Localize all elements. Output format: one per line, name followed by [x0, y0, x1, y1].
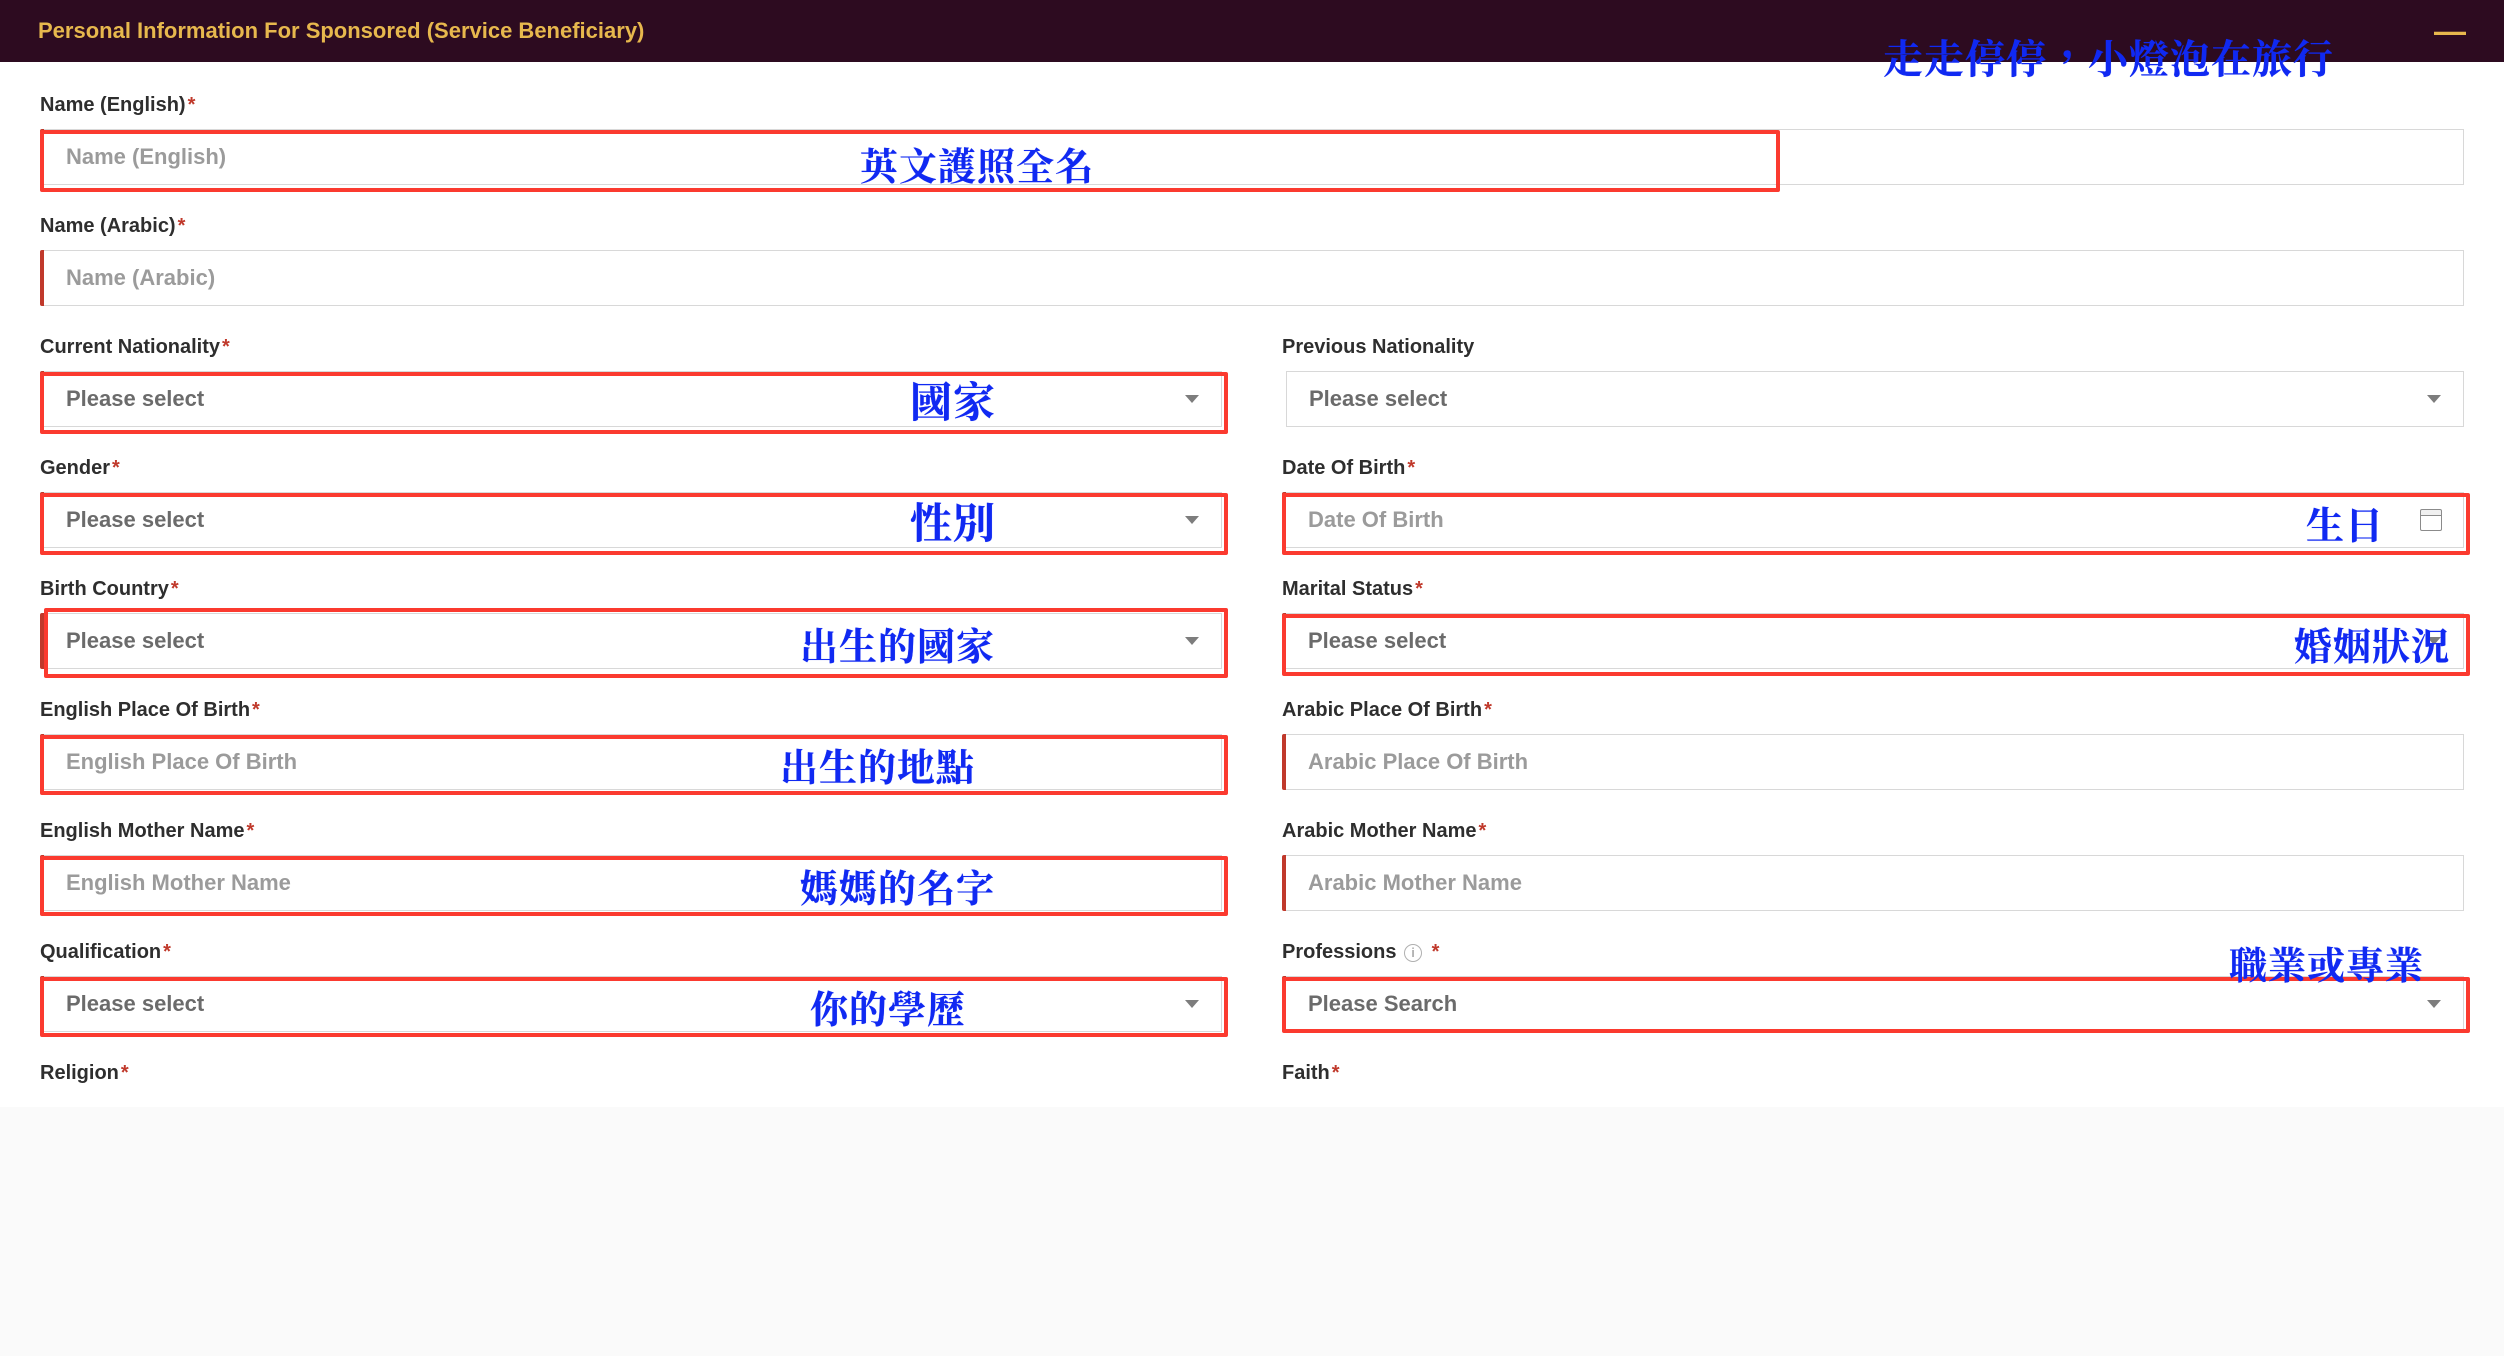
current-nationality-select[interactable]: Please select	[44, 371, 1222, 427]
previous-nationality-select[interactable]: Please select	[1286, 371, 2464, 427]
label-mother-en: English Mother Name*	[40, 820, 1222, 843]
label-religion: Religion*	[40, 1062, 1222, 1085]
chevron-down-icon	[1185, 637, 1199, 645]
label-qualification: Qualification*	[40, 941, 1222, 964]
panel-body: Name (English)* 英文護照全名 Name (Arabic)* Cu…	[0, 62, 2504, 1107]
label-current-nationality: Current Nationality*	[40, 336, 1222, 359]
pob-english-input[interactable]	[44, 734, 1222, 790]
gender-select[interactable]: Please select	[44, 492, 1222, 548]
collapse-toggle[interactable]: —	[2434, 25, 2466, 38]
form-container: Personal Information For Sponsored (Serv…	[0, 0, 2504, 1107]
label-name-arabic: Name (Arabic)*	[40, 215, 2464, 238]
label-gender: Gender*	[40, 457, 1222, 480]
chevron-down-icon	[1185, 1000, 1199, 1008]
qualification-select[interactable]: Please select	[44, 976, 1222, 1032]
label-mother-ar: Arabic Mother Name*	[1282, 820, 2464, 843]
name-english-input[interactable]	[44, 129, 2464, 185]
panel-header: Personal Information For Sponsored (Serv…	[0, 0, 2504, 62]
label-pob-ar: Arabic Place Of Birth*	[1282, 699, 2464, 722]
name-arabic-input[interactable]	[44, 250, 2464, 306]
dob-input[interactable]	[1286, 492, 2464, 548]
label-marital: Marital Status*	[1282, 578, 2464, 601]
professions-select[interactable]: Please Search	[1286, 976, 2464, 1032]
chevron-down-icon	[2427, 637, 2441, 645]
label-birth-country: Birth Country*	[40, 578, 1222, 601]
chevron-down-icon	[1185, 516, 1199, 524]
label-pob-en: English Place Of Birth*	[40, 699, 1222, 722]
chevron-down-icon	[2427, 395, 2441, 403]
birth-country-select[interactable]: Please select	[44, 613, 1222, 669]
pob-arabic-input[interactable]	[1286, 734, 2464, 790]
label-previous-nationality: Previous Nationality	[1282, 336, 2464, 359]
label-faith: Faith*	[1282, 1062, 2464, 1085]
label-dob: Date Of Birth*	[1282, 457, 2464, 480]
mother-arabic-input[interactable]	[1286, 855, 2464, 911]
info-icon[interactable]: i	[1404, 944, 1422, 962]
label-name-english: Name (English)*	[40, 94, 2464, 117]
label-professions: Professions i *	[1282, 941, 2464, 964]
chevron-down-icon	[2427, 1000, 2441, 1008]
chevron-down-icon	[1185, 395, 1199, 403]
panel-title: Personal Information For Sponsored (Serv…	[38, 18, 644, 44]
mother-english-input[interactable]	[44, 855, 1222, 911]
marital-status-select[interactable]: Please select	[1286, 613, 2464, 669]
